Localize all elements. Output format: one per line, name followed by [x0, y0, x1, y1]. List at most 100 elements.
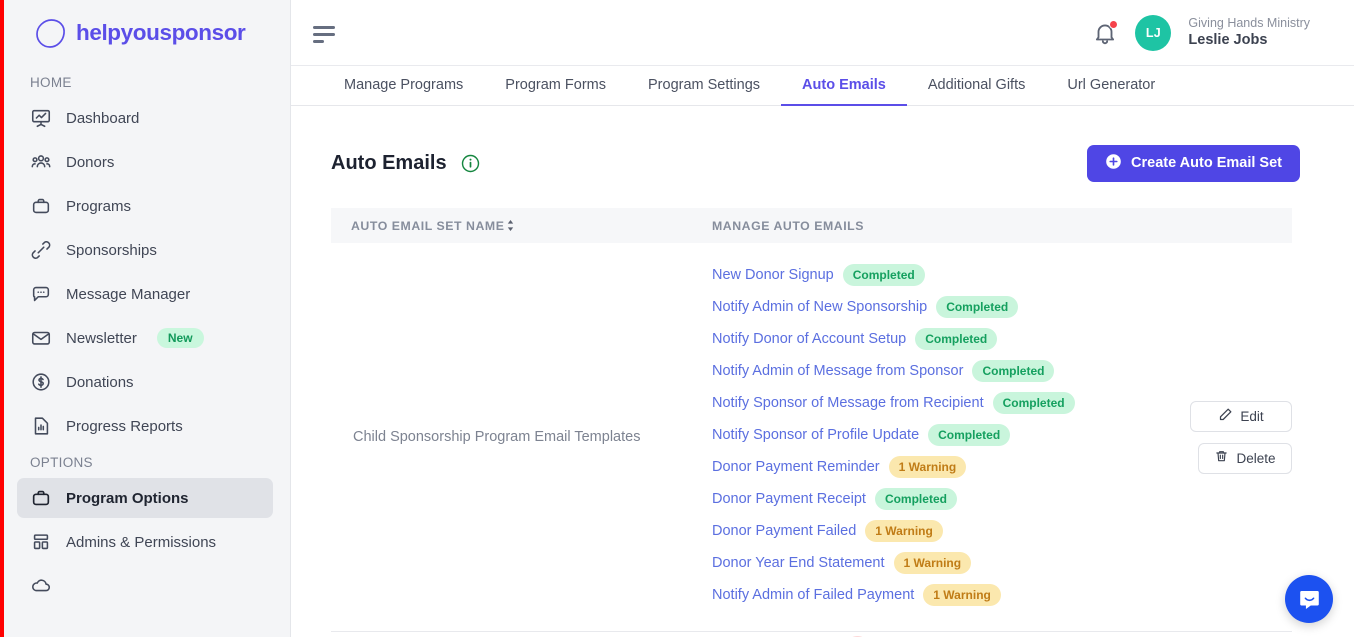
create-auto-email-set-button[interactable]: Create Auto Email Set [1087, 144, 1300, 182]
sidebar-item-label: Newsletter [66, 329, 137, 347]
status-badge: Completed [972, 360, 1055, 382]
sidebar-item-message-manager[interactable]: Message Manager [17, 274, 273, 314]
sidebar-item-admins-permissions[interactable]: Admins & Permissions [17, 522, 273, 562]
tab-program-forms[interactable]: Program Forms [484, 66, 627, 106]
table-row-next-partial [331, 632, 1292, 637]
app-root: helpyousponsor HOME Dashboard Donors Pro… [0, 0, 1354, 637]
sidebar-item-label: Progress Reports [66, 417, 183, 435]
sidebar-item-label: Donations [66, 373, 134, 391]
page-title-group: Auto Emails [331, 152, 480, 175]
status-badge: 1 Warning [923, 584, 1001, 606]
user-name: Leslie Jobs [1188, 32, 1268, 49]
sidebar-item-donations[interactable]: Donations [17, 362, 273, 402]
edit-button[interactable]: Edit [1190, 400, 1292, 432]
tab-bar: Manage Programs Program Forms Program Se… [291, 66, 1354, 106]
sidebar-item-label: Programs [66, 197, 132, 215]
tab-additional-gifts[interactable]: Additional Gifts [907, 66, 1047, 106]
sidebar-item-newsletter[interactable]: Newsletter New [17, 318, 273, 358]
auto-email-link[interactable]: Notify Admin of New Sponsorship [712, 299, 927, 315]
auto-email-link[interactable]: Donor Payment Receipt [712, 491, 866, 507]
tab-url-generator[interactable]: Url Generator [1046, 66, 1176, 106]
auto-email-link[interactable]: Notify Donor of Account Setup [712, 331, 906, 347]
organization-name: Giving Hands Ministry [1188, 15, 1310, 30]
info-circle-icon[interactable] [461, 154, 480, 173]
sidebar-item-label: Sponsorships [66, 241, 157, 259]
tab-program-settings[interactable]: Program Settings [627, 66, 781, 106]
status-badge: 1 Warning [888, 456, 967, 478]
chat-icon [30, 283, 52, 305]
sidebar-item-progress-reports[interactable]: Progress Reports [17, 406, 273, 446]
table-header-row: AUTO EMAIL SET NAME MANAGE AUTO EMAILS [331, 208, 1292, 243]
sidebar-item-label: Message Manager [66, 285, 191, 303]
notification-dot [1109, 19, 1119, 29]
page-content: Auto Emails Create Auto Email Set AUTO E… [291, 143, 1354, 637]
intercom-chat-icon[interactable] [1285, 575, 1333, 623]
column-header-manage-auto-emails: MANAGE AUTO EMAILS [712, 218, 864, 233]
row-actions: Edit Delete [1164, 400, 1292, 474]
sidebar-item-donors[interactable]: Donors [17, 142, 273, 182]
sidebar-section-options-label: OPTIONS [30, 455, 93, 470]
status-badge: Completed [928, 424, 1011, 446]
bag-icon [30, 487, 52, 509]
list-item: Donor Payment Receipt Completed [712, 483, 1164, 515]
list-item: Notify Sponsor of Message from Recipient… [712, 387, 1164, 419]
auto-email-set-name: Child Sponsorship Program Email Template… [353, 429, 641, 445]
avatar[interactable]: LJ [1135, 14, 1172, 51]
auto-email-link[interactable]: New Donor Signup [712, 267, 834, 283]
column-header-set-name[interactable]: AUTO EMAIL SET NAME [331, 219, 712, 233]
sidebar-item-label: Dashboard [66, 109, 140, 127]
sidebar-item-label: Donors [66, 153, 115, 171]
sidebar-item-sponsorships[interactable]: Sponsorships [17, 230, 273, 270]
grid-icon [30, 531, 52, 553]
sidebar: helpyousponsor HOME Dashboard Donors Pro… [0, 0, 291, 637]
column-header-set-name-label: AUTO EMAIL SET NAME [351, 218, 505, 233]
page-header: Auto Emails Create Auto Email Set [331, 143, 1300, 183]
status-badge: 1 Warning [893, 552, 972, 574]
auto-email-link[interactable]: Notify Admin of Failed Payment [712, 587, 914, 603]
hamburger-icon[interactable] [313, 23, 339, 43]
dollar-circle-icon [30, 371, 52, 393]
auto-email-link[interactable]: Donor Year End Statement [712, 555, 885, 571]
status-badge: Completed [936, 296, 1019, 318]
bell-icon[interactable] [1092, 19, 1119, 46]
sidebar-section-home-label: HOME [30, 75, 72, 90]
list-item: Donor Payment Reminder 1 Warning [712, 451, 1164, 483]
list-item: Notify Admin of Message from Sponsor Com… [712, 355, 1164, 387]
trash-icon [1214, 449, 1229, 467]
status-badge: Completed [915, 328, 998, 350]
link-icon [30, 239, 52, 261]
sidebar-item-partial[interactable] [17, 566, 273, 606]
bag-icon [30, 195, 52, 217]
create-auto-email-set-label: Create Auto Email Set [1131, 155, 1282, 171]
list-item: Notify Admin of New Sponsorship Complete… [712, 291, 1164, 323]
brand-logo[interactable]: helpyousponsor [4, 0, 290, 66]
brand-name: helpyousponsor [76, 20, 246, 45]
auto-email-link[interactable]: Notify Admin of Message from Sponsor [712, 363, 963, 379]
table-row: Child Sponsorship Program Email Template… [331, 243, 1292, 632]
status-badge: 1 Warning [865, 520, 943, 542]
sidebar-item-programs[interactable]: Programs [17, 186, 273, 226]
sort-icon [506, 219, 515, 232]
sidebar-item-label: Admins & Permissions [66, 533, 217, 551]
auto-email-link[interactable]: Donor Payment Reminder [712, 459, 880, 475]
auto-email-link[interactable]: Notify Sponsor of Profile Update [712, 427, 919, 443]
tab-auto-emails[interactable]: Auto Emails [781, 66, 907, 106]
pencil-icon [1218, 407, 1233, 425]
top-bar-right: LJ Giving Hands Ministry Leslie Jobs [1092, 14, 1310, 51]
auto-email-link[interactable]: Notify Sponsor of Message from Recipient [712, 395, 984, 411]
auto-emails-list: New Donor Signup Completed Notify Admin … [712, 243, 1164, 631]
auto-emails-table: AUTO EMAIL SET NAME MANAGE AUTO EMAILS C… [331, 208, 1292, 637]
new-badge: New [156, 328, 204, 348]
list-item: Notify Donor of Account Setup Completed [712, 323, 1164, 355]
delete-button[interactable]: Delete [1198, 442, 1292, 474]
user-info[interactable]: Giving Hands Ministry Leslie Jobs [1188, 15, 1310, 51]
sidebar-item-dashboard[interactable]: Dashboard [17, 98, 273, 138]
tab-manage-programs[interactable]: Manage Programs [323, 66, 484, 106]
top-bar: LJ Giving Hands Ministry Leslie Jobs [291, 0, 1354, 66]
auto-email-link[interactable]: Donor Payment Failed [712, 523, 856, 539]
report-icon [30, 415, 52, 437]
page-title: Auto Emails [331, 151, 447, 174]
sidebar-item-program-options[interactable]: Program Options [17, 478, 273, 518]
list-item: New Donor Signup Completed [712, 259, 1164, 291]
delete-button-label: Delete [1236, 450, 1276, 466]
